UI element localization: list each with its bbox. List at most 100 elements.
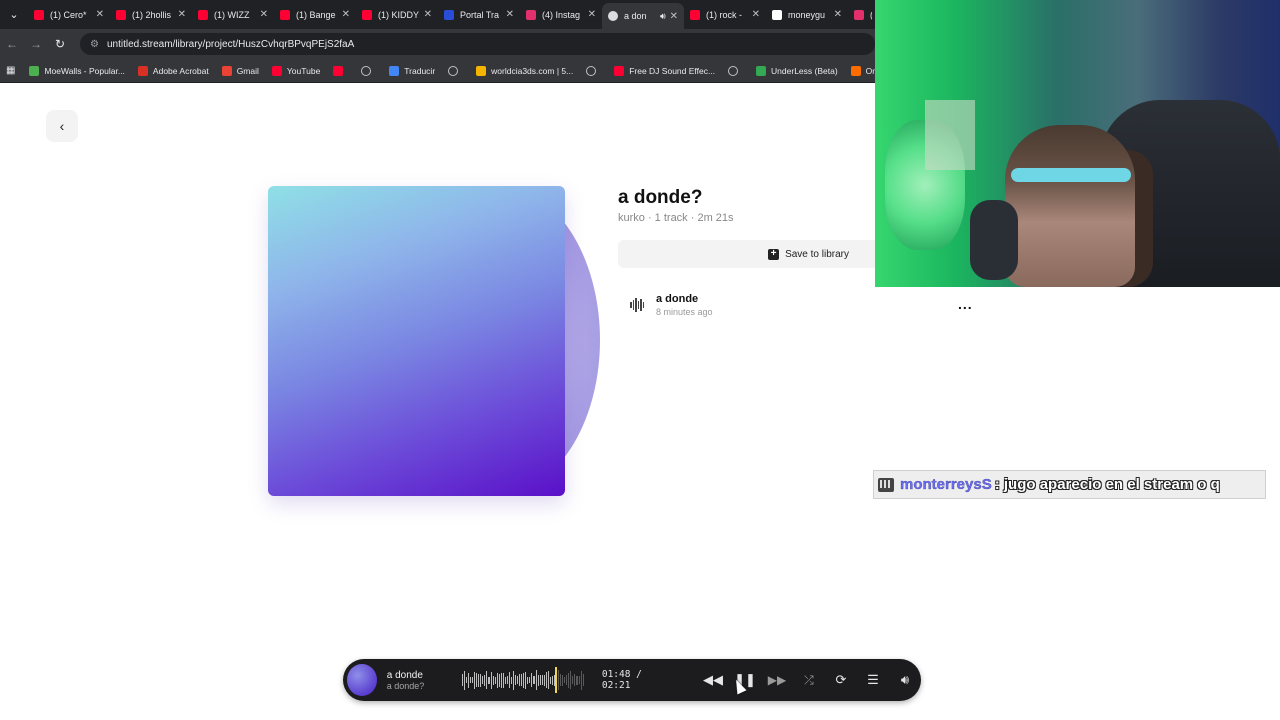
bookmark-item[interactable]: Adobe Acrobat — [137, 65, 209, 76]
browser-tab[interactable]: Portal Tra ✕ — [438, 0, 520, 29]
webcam-frame-shape — [925, 100, 975, 170]
tab-close-icon[interactable]: ✕ — [178, 9, 186, 20]
reload-icon[interactable]: ↻ — [48, 37, 72, 51]
tab-close-icon[interactable]: ✕ — [424, 9, 432, 20]
bookmark-item[interactable] — [728, 65, 743, 76]
tab-title: (1) WIZZ — [214, 9, 250, 20]
browser-tab[interactable]: (1) 2hollis ✕ — [110, 0, 192, 29]
back-button[interactable]: ‹ — [46, 110, 78, 142]
untitled-favicon-icon — [608, 11, 618, 21]
browser-tab[interactable]: (4 — [848, 0, 875, 29]
track-name: a donde — [656, 293, 699, 305]
moewalls-icon — [29, 65, 40, 76]
bookmark-label: UnderLess (Beta) — [771, 65, 838, 76]
waveform-bar — [492, 675, 494, 685]
bookmark-item[interactable] — [448, 65, 463, 76]
waveform-bar — [508, 672, 510, 688]
site-info-icon[interactable]: ⚙ — [90, 39, 99, 50]
bookmark-label: Free DJ Sound Effec... — [629, 65, 716, 76]
tab-title: (1) rock - — [706, 9, 742, 20]
bookmark-item[interactable]: YouTube — [271, 65, 320, 76]
waveform-bar — [488, 676, 490, 684]
instagram-favicon-icon — [526, 9, 536, 20]
globe-icon — [728, 65, 739, 76]
tab-title: (4 — [870, 10, 872, 20]
bookmark-item[interactable] — [361, 65, 376, 76]
browser-tab[interactable]: (1) Bange ✕ — [274, 0, 356, 29]
bookmark-item[interactable]: Free DJ Sound Effec... — [614, 65, 716, 76]
tab-title: moneygu — [788, 9, 826, 20]
back-arrow-icon[interactable]: ← — [0, 37, 24, 51]
browser-tab[interactable]: (1) rock - ✕ — [684, 0, 766, 29]
save-to-library-button[interactable]: + Save to library — [618, 240, 875, 268]
bookmark-item[interactable]: MoeWalls - Popular... — [29, 65, 125, 76]
tab-close-icon[interactable]: ✕ — [834, 9, 842, 20]
url-field[interactable]: ⚙ untitled.stream/library/project/HuszCv… — [80, 33, 875, 55]
waveform-bar — [515, 675, 517, 685]
browser-tab[interactable]: moneygu ✕ — [766, 0, 848, 29]
youtube-favicon-icon — [116, 9, 126, 20]
tab-close-icon[interactable]: ✕ — [670, 11, 678, 22]
queue-list-icon[interactable]: ☰ — [857, 672, 889, 688]
playhead-marker[interactable] — [554, 667, 557, 693]
waveform-bar — [472, 677, 474, 683]
volume-icon[interactable]: 🔊︎ — [889, 672, 921, 688]
browser-tab[interactable]: (1) KIDDY ✕ — [356, 0, 438, 29]
globe-icon — [361, 65, 372, 76]
fast-forward-icon[interactable]: ▶▶ — [761, 673, 793, 687]
tab-search-chevron-icon[interactable]: ⌄ — [0, 0, 28, 29]
waveform-bar — [467, 672, 470, 688]
apps-grid-icon[interactable]: ▦ — [6, 65, 15, 76]
save-to-library-label: Save to library — [785, 248, 849, 260]
bookmark-item[interactable] — [333, 65, 348, 76]
bookmark-item[interactable]: UnderLess (Beta) — [756, 65, 838, 76]
audio-player: a donde a donde? 01:48 / 02:21 ◀◀ ❚❚ ▶▶ … — [343, 659, 921, 701]
player-waveform-scrubber[interactable] — [461, 667, 584, 693]
youtube-favicon-icon — [198, 9, 208, 20]
repeat-icon[interactable]: ⟳ — [825, 672, 857, 688]
waveform-bar — [519, 674, 521, 686]
bookmark-item[interactable]: Gmail — [221, 65, 259, 76]
bookmark-item[interactable]: Traducir — [389, 65, 435, 76]
bookmark-list: MoeWalls - Popular... Adobe Acrobat Gmail Y… — [29, 65, 959, 76]
google-favicon-icon — [772, 9, 782, 20]
tab-close-icon[interactable]: ✕ — [342, 9, 350, 20]
tab-close-icon[interactable]: ✕ — [588, 9, 596, 20]
tab-title: Portal Tra — [460, 9, 500, 20]
track-row[interactable]: a donde 8 minutes ago — [630, 290, 880, 320]
waveform-bar — [506, 676, 508, 684]
waveform-bar — [484, 674, 486, 686]
player-track-info: a donde a donde? — [387, 670, 452, 691]
browser-tab[interactable]: (1) Cero* ✕ — [28, 0, 110, 29]
translate-icon — [389, 65, 400, 76]
browser-tab[interactable]: a don 🔊︎ ✕ — [602, 3, 684, 29]
track-info: a donde 8 minutes ago — [656, 293, 713, 317]
project-cover-art — [268, 186, 565, 496]
waveform-bar — [523, 672, 525, 688]
browser-tab[interactable]: (1) WIZZ ✕ — [192, 0, 274, 29]
tab-close-icon[interactable]: ✕ — [260, 9, 268, 20]
bookmark-label: MoeWalls - Popular... — [44, 65, 125, 76]
underless-icon — [756, 65, 767, 76]
waveform-bar — [529, 677, 531, 683]
waveform-bar — [572, 676, 574, 684]
bookmark-item[interactable]: worldcia3ds.com | 5... — [476, 65, 573, 76]
waveform-bar — [580, 670, 582, 690]
forward-arrow-icon[interactable]: → — [24, 37, 48, 51]
more-options-icon[interactable]: ... — [958, 296, 973, 312]
browser-tab[interactable]: (4) Instag ✕ — [520, 0, 602, 29]
chevron-left-icon: ‹ — [59, 118, 65, 134]
tab-close-icon[interactable]: ✕ — [96, 9, 104, 20]
tab-close-icon[interactable]: ✕ — [506, 9, 514, 20]
bookmark-label: Adobe Acrobat — [152, 65, 209, 76]
youtube-favicon-icon — [690, 9, 700, 20]
tab-close-icon[interactable]: ✕ — [752, 9, 760, 20]
waveform-bar — [578, 676, 580, 684]
rewind-icon[interactable]: ◀◀ — [697, 672, 729, 688]
waveform-bar — [549, 676, 551, 684]
tab-audio-icon[interactable]: 🔊︎ — [660, 11, 666, 22]
bookmark-item[interactable] — [586, 65, 601, 76]
waveform-bar — [535, 670, 537, 690]
project-title: a donde? — [618, 187, 703, 208]
shuffle-icon[interactable]: ⤮ — [793, 673, 825, 688]
